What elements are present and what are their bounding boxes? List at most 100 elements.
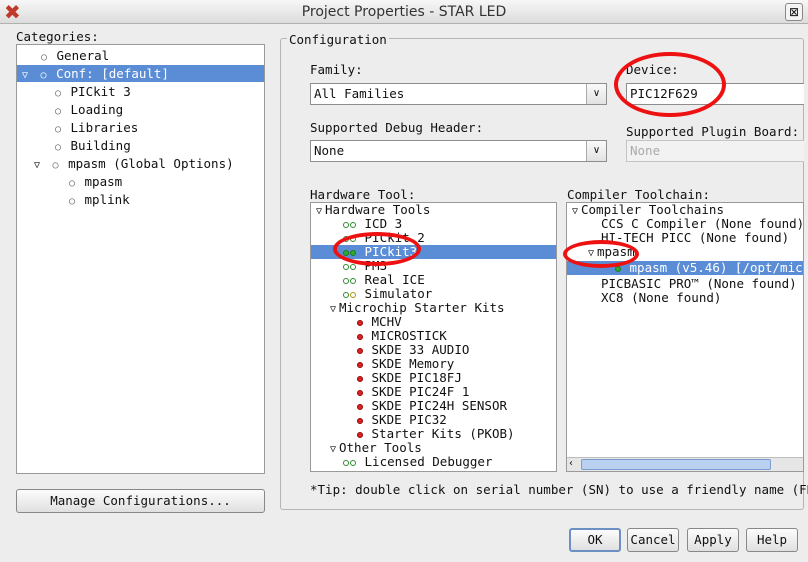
kit-mchv[interactable]: MCHV xyxy=(357,315,402,329)
status-dot-icon xyxy=(350,235,356,242)
kit-skde-pic24h-sensor[interactable]: SKDE PIC24H SENSOR xyxy=(357,399,507,413)
leaf-bullet-icon: ○ xyxy=(68,196,76,207)
device-field[interactable]: PIC12F629 xyxy=(626,83,804,105)
plugin-board-select[interactable]: None xyxy=(626,140,804,162)
chevron-down-icon[interactable]: ∨ xyxy=(586,141,606,161)
kit-skde-pic24f1[interactable]: SKDE PIC24F 1 xyxy=(357,385,469,399)
expanded-arrow-icon[interactable]: ▽ xyxy=(569,205,581,219)
leaf-bullet-icon: ○ xyxy=(52,160,59,171)
status-dot-icon xyxy=(343,263,349,270)
status-dot-icon xyxy=(357,403,363,410)
leaf-bullet-icon: ○ xyxy=(54,142,62,153)
status-dot-icon xyxy=(343,459,349,466)
scroll-left-icon[interactable]: ‹ xyxy=(569,458,573,469)
leaf-bullet-icon: ○ xyxy=(40,52,48,63)
leaf-bullet-icon: ○ xyxy=(68,178,76,189)
tree-group-other-tools[interactable]: ▽ Other Tools xyxy=(327,441,422,457)
categories-label: Categories: xyxy=(16,29,99,44)
expanded-arrow-icon[interactable]: ▽ xyxy=(585,247,597,261)
toolchain-picbasic-pro[interactable]: PICBASIC PRO™ (None found) xyxy=(601,277,797,291)
expanded-arrow-icon[interactable]: ▽ xyxy=(327,443,339,457)
kit-skde-memory[interactable]: SKDE Memory xyxy=(357,357,454,371)
hardware-tool-tree[interactable]: ▽ Hardware Tools ICD 3 PICkit 2 PICkit3 P… xyxy=(310,202,557,472)
ok-button[interactable]: OK xyxy=(569,528,621,552)
kit-skde-pic18fj[interactable]: SKDE PIC18FJ xyxy=(357,371,462,385)
expanded-arrow-icon[interactable]: ▽ xyxy=(31,157,43,174)
window-title: Project Properties - STAR LED xyxy=(301,4,507,20)
leaf-bullet-icon: ○ xyxy=(54,88,62,99)
tree-group-starter-kits[interactable]: ▽ Microchip Starter Kits xyxy=(327,301,505,317)
leaf-bullet-icon: ○ xyxy=(40,70,47,81)
tool-pm3[interactable]: PM3 xyxy=(343,259,387,273)
tool-icd3[interactable]: ICD 3 xyxy=(343,217,402,231)
status-dot-icon xyxy=(350,249,356,256)
expanded-arrow-icon[interactable]: ▽ xyxy=(19,67,31,84)
category-mpasm[interactable]: ○ mpasm xyxy=(67,173,122,190)
kit-skde33-audio[interactable]: SKDE 33 AUDIO xyxy=(357,343,469,357)
device-label: Device: xyxy=(626,62,679,77)
help-button[interactable]: Help xyxy=(746,528,798,552)
status-dot-icon xyxy=(343,221,349,228)
categories-tree[interactable]: ○ General ▽ ○ Conf: [default] ○ PICkit 3… xyxy=(16,44,265,474)
status-dot-icon xyxy=(343,277,349,284)
status-dot-icon xyxy=(357,417,363,424)
status-dot-icon xyxy=(343,235,349,242)
cancel-button[interactable]: Cancel xyxy=(627,528,679,552)
status-dot-icon xyxy=(357,347,363,354)
debug-header-label: Supported Debug Header: xyxy=(310,120,484,135)
kit-starter-kits-pkob[interactable]: Starter Kits (PKOB) xyxy=(357,427,515,441)
manage-configurations-button[interactable]: Manage Configurations... xyxy=(16,489,265,513)
family-select[interactable]: All Families ∨ xyxy=(310,83,607,105)
status-dot-icon xyxy=(343,249,349,256)
configuration-group-label: Configuration xyxy=(287,32,389,47)
kit-microstick[interactable]: MICROSTICK xyxy=(357,329,447,343)
toolchain-xc8[interactable]: XC8 (None found) xyxy=(601,291,721,305)
category-pickit3[interactable]: ○ PICkit 3 xyxy=(53,83,131,100)
chevron-down-icon[interactable]: ∨ xyxy=(586,84,606,104)
status-dot-icon xyxy=(350,291,356,298)
status-dot-icon xyxy=(357,375,363,382)
status-dot-icon xyxy=(350,277,356,284)
category-mplink[interactable]: ○ mplink xyxy=(67,191,130,208)
category-building[interactable]: ○ Building xyxy=(53,137,131,154)
scrollbar-thumb[interactable] xyxy=(581,459,771,470)
tool-simulator[interactable]: Simulator xyxy=(343,287,432,301)
compiler-toolchain-tree[interactable]: ▽ Compiler Toolchains CCS C Compiler (Non… xyxy=(566,202,804,472)
toolchain-mpasm-v546[interactable]: mpasm (v5.46) [/opt/microchip/mplabx/mpa… xyxy=(567,261,803,275)
leaf-bullet-icon: ○ xyxy=(54,124,62,135)
toolchain-ccs-c[interactable]: CCS C Compiler (None found) xyxy=(601,217,803,231)
tool-pickit3[interactable]: PICkit3 xyxy=(311,245,556,259)
category-libraries[interactable]: ○ Libraries xyxy=(53,119,138,136)
hardware-tool-label: Hardware Tool: xyxy=(310,187,416,202)
status-dot-icon xyxy=(350,221,356,228)
expanded-arrow-icon[interactable]: ▽ xyxy=(313,205,325,219)
apply-button[interactable]: Apply xyxy=(687,528,739,552)
leaf-bullet-icon: ○ xyxy=(54,106,62,117)
category-conf-default[interactable]: ▽ ○ Conf: [default] xyxy=(17,65,264,82)
status-dot-icon xyxy=(357,431,363,438)
tree-group-hardware-tools[interactable]: ▽ Hardware Tools xyxy=(313,203,430,217)
tree-group-compiler-toolchains[interactable]: ▽ Compiler Toolchains xyxy=(569,203,724,217)
horizontal-scrollbar[interactable]: ‹ xyxy=(567,457,803,471)
status-dot-icon xyxy=(343,291,349,298)
tree-group-mpasm[interactable]: ▽ mpasm xyxy=(585,245,635,261)
status-dot-icon xyxy=(350,459,356,466)
category-mpasm-global[interactable]: ▽ ○ mpasm (Global Options) xyxy=(31,155,234,172)
family-label: Family: xyxy=(310,62,363,77)
plugin-board-label: Supported Plugin Board: xyxy=(626,124,800,139)
tool-licensed-debugger[interactable]: Licensed Debugger xyxy=(343,455,492,469)
category-loading[interactable]: ○ Loading xyxy=(53,101,123,118)
tool-real-ice[interactable]: Real ICE xyxy=(343,273,425,287)
toolchain-hitech-picc[interactable]: HI-TECH PICC (None found) xyxy=(601,231,789,245)
debug-header-select[interactable]: None ∨ xyxy=(310,140,607,162)
expanded-arrow-icon[interactable]: ▽ xyxy=(327,303,339,317)
category-general[interactable]: ○ General xyxy=(39,47,109,64)
tool-pickit2[interactable]: PICkit 2 xyxy=(343,231,425,245)
kit-skde-pic32[interactable]: SKDE PIC32 xyxy=(357,413,447,427)
title-bar: ✖ Project Properties - STAR LED ⊠ xyxy=(0,0,808,24)
status-dot-icon xyxy=(350,263,356,270)
status-dot-icon xyxy=(615,265,621,272)
status-dot-icon xyxy=(357,389,363,396)
close-button[interactable]: ⊠ xyxy=(785,3,803,21)
compiler-toolchain-label: Compiler Toolchain: xyxy=(567,187,710,202)
